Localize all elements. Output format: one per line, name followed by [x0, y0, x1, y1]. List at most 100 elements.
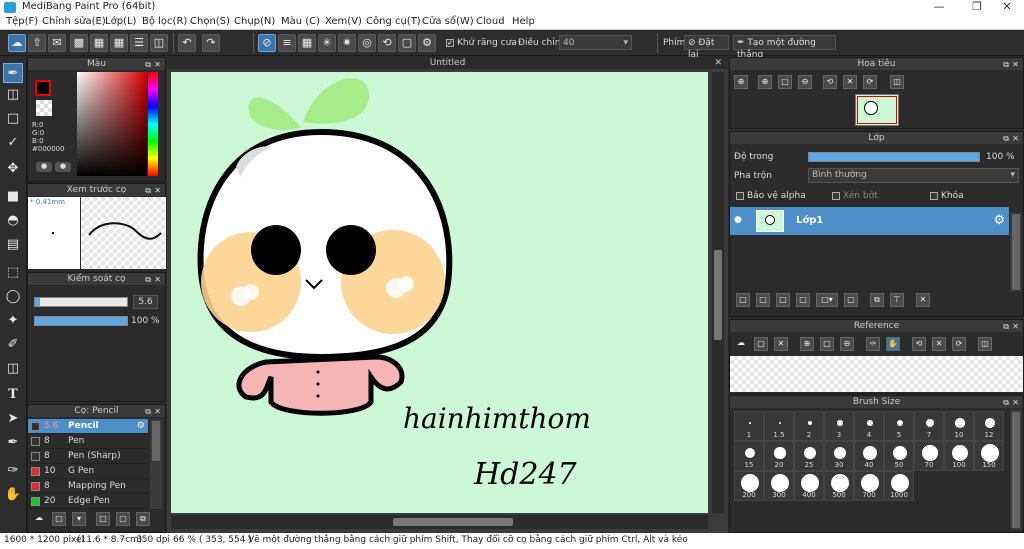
text-tool-icon[interactable]: T — [3, 385, 23, 405]
duplicate-layer-icon[interactable]: ⧉ — [870, 293, 884, 307]
concentric-icon[interactable]: ◎ — [358, 34, 376, 52]
rotate-right-icon[interactable]: ⟳ — [863, 75, 877, 89]
reference-zoom-in-icon[interactable]: ⊕ — [800, 337, 814, 351]
reference-area[interactable] — [730, 356, 1023, 392]
brush-size-option[interactable]: 15 — [734, 441, 764, 471]
drawing-canvas[interactable]: hainhimthom Hd247 — [171, 72, 708, 513]
bucket-tool-icon[interactable]: ◓ — [3, 211, 23, 231]
brush-size-slider[interactable] — [34, 297, 128, 307]
blend-mode-select[interactable]: Bình thường ▾ — [808, 168, 1019, 183]
new-layer-icon[interactable]: □ — [736, 293, 750, 307]
gradient-tool-icon[interactable]: ▤ — [3, 235, 23, 255]
menu-view[interactable]: Xem(V) — [325, 16, 362, 27]
layer-settings-gear-icon[interactable]: ⚙ — [993, 213, 1005, 228]
brush-size-option[interactable]: 25 — [794, 441, 824, 471]
close-button[interactable]: ✕ — [990, 0, 1024, 15]
brush-size-option[interactable]: 700 — [854, 471, 884, 501]
brush-opacity-slider[interactable] — [34, 316, 128, 326]
brush-size-option[interactable]: 5 — [884, 411, 914, 441]
parallel-snap-icon[interactable]: ≡ — [278, 34, 296, 52]
no-snap-icon[interactable]: ⊘ — [258, 34, 276, 52]
primary-color-swatch[interactable] — [35, 80, 51, 96]
menu-help[interactable]: Help — [512, 16, 535, 27]
brush-size-option[interactable]: 150 — [974, 441, 1004, 471]
clip-checkbox[interactable]: Xén bớt — [832, 191, 878, 201]
list-icon[interactable]: ☰ — [130, 34, 148, 52]
brush-item-pencil[interactable]: 5.6 Pencil ⚙ — [28, 419, 148, 434]
reference-rotate-left-icon[interactable]: ⟲ — [912, 337, 926, 351]
layer-folder-icon[interactable]: ▢ — [844, 293, 858, 307]
menu-color[interactable]: Màu (C) — [281, 16, 320, 27]
reference-rotate-right-icon[interactable]: ⟳ — [952, 337, 966, 351]
rotate-left-icon[interactable]: ⟲ — [823, 75, 837, 89]
save-icon[interactable]: ▩ — [70, 34, 88, 52]
menu-window[interactable]: Cửa sổ(W) — [422, 16, 474, 27]
brush-item-pen[interactable]: 8 Pen — [28, 434, 148, 449]
add-brush-icon[interactable]: ▾ — [72, 512, 86, 526]
select-pen-tool-icon[interactable]: ✐ — [3, 335, 23, 355]
dot-tool-icon[interactable]: ✓ — [3, 133, 23, 153]
reference-hand-icon[interactable]: ✋ — [886, 337, 900, 351]
brush-size-option[interactable]: 50 — [884, 441, 914, 471]
palette-icon[interactable]: ● — [55, 162, 71, 172]
brush-list-scrollbar[interactable] — [150, 419, 162, 509]
protect-alpha-checkbox[interactable]: Bảo vệ alpha — [736, 191, 806, 201]
copy-brush-icon[interactable]: □ — [96, 512, 110, 526]
brush-size-option[interactable]: 1 — [734, 411, 764, 441]
brush-size-option[interactable]: 7 — [914, 411, 944, 441]
brush-size-option[interactable]: 10 — [944, 411, 974, 441]
cloud-icon[interactable]: ☁ — [8, 34, 26, 52]
redo-icon[interactable]: ↷ — [202, 34, 220, 52]
brush-settings-gear-icon[interactable]: ⚙ — [137, 419, 145, 434]
rect-tool-icon[interactable]: □ — [3, 109, 23, 129]
new-8bit-layer-icon[interactable]: □ — [776, 293, 790, 307]
lasso-tool-icon[interactable]: ◯ — [3, 287, 23, 307]
fit-icon[interactable]: □ — [778, 75, 792, 89]
page-icon[interactable]: ▦ — [90, 34, 108, 52]
cloud-brush-icon[interactable]: ☁ — [32, 512, 46, 526]
brush-size-option[interactable]: 12 — [974, 411, 1004, 441]
radial-snap-icon[interactable]: ✳ — [318, 34, 336, 52]
move-tool-icon[interactable]: ✥ — [3, 159, 23, 179]
flip-icon[interactable]: ✕ — [843, 75, 857, 89]
comment-icon[interactable]: ✉ — [48, 34, 66, 52]
menu-cloud[interactable]: Cloud — [476, 16, 505, 27]
cross-snap-icon[interactable]: ▦ — [298, 34, 316, 52]
canvas-horizontal-scrollbar[interactable] — [171, 515, 708, 529]
brush-size-option[interactable]: 200 — [734, 471, 764, 501]
minimize-button[interactable]: — — [922, 0, 956, 15]
adjust-select[interactable]: 40 ▾ — [559, 35, 632, 50]
undo-icon[interactable]: ↶ — [178, 34, 196, 52]
brush-item-mapping-pen[interactable]: 8 Mapping Pen — [28, 479, 148, 494]
merge-layer-icon[interactable]: ⊤ — [890, 293, 904, 307]
add-layer-dropdown-icon[interactable]: □▾ — [816, 293, 838, 307]
close-doc-icon[interactable]: ✕ — [714, 57, 722, 69]
brush-size-option[interactable]: 40 — [854, 441, 884, 471]
reference-fit-icon[interactable]: □ — [820, 337, 834, 351]
reference-cloud-icon[interactable]: ☁ — [734, 337, 748, 351]
zoom-out-icon[interactable]: ⊕ — [758, 75, 772, 89]
hand-tool-icon[interactable]: ✋ — [3, 485, 23, 505]
perspective-icon[interactable]: ▢ — [398, 34, 416, 52]
menu-layer[interactable]: Lớp(L) — [105, 16, 136, 27]
menu-filter[interactable]: Bộ lọc(R) — [142, 16, 187, 27]
eyedropper-tool-icon[interactable]: ✑ — [3, 461, 23, 481]
reference-zoom-out-icon[interactable]: ⊖ — [840, 337, 854, 351]
folder-brush-icon[interactable]: ▢ — [116, 512, 130, 526]
layout-icon[interactable]: ◫ — [150, 34, 168, 52]
color-mode-icon[interactable]: ● — [36, 162, 52, 172]
brush-tool-icon[interactable]: ✒ — [3, 63, 23, 83]
reference-eyedropper-icon[interactable]: ✑ — [866, 337, 880, 351]
brush-size-option[interactable]: 20 — [764, 441, 794, 471]
radial-line-icon[interactable]: ✷ — [338, 34, 356, 52]
transparent-swatch[interactable] — [36, 100, 52, 116]
menu-capture[interactable]: Chụp(N) — [234, 16, 275, 27]
reference-flip-icon[interactable]: ✕ — [932, 337, 946, 351]
menu-edit[interactable]: Chỉnh sửa(E) — [42, 16, 106, 27]
grid-icon[interactable]: ▦ — [110, 34, 128, 52]
lock-checkbox[interactable]: Khóa — [930, 191, 964, 201]
document-tab[interactable]: Untitled — [430, 58, 466, 68]
brush-size-option[interactable]: 30 — [824, 441, 854, 471]
brush-size-option[interactable]: 1000 — [884, 471, 914, 501]
zoom-minus-icon[interactable]: ⊖ — [798, 75, 812, 89]
